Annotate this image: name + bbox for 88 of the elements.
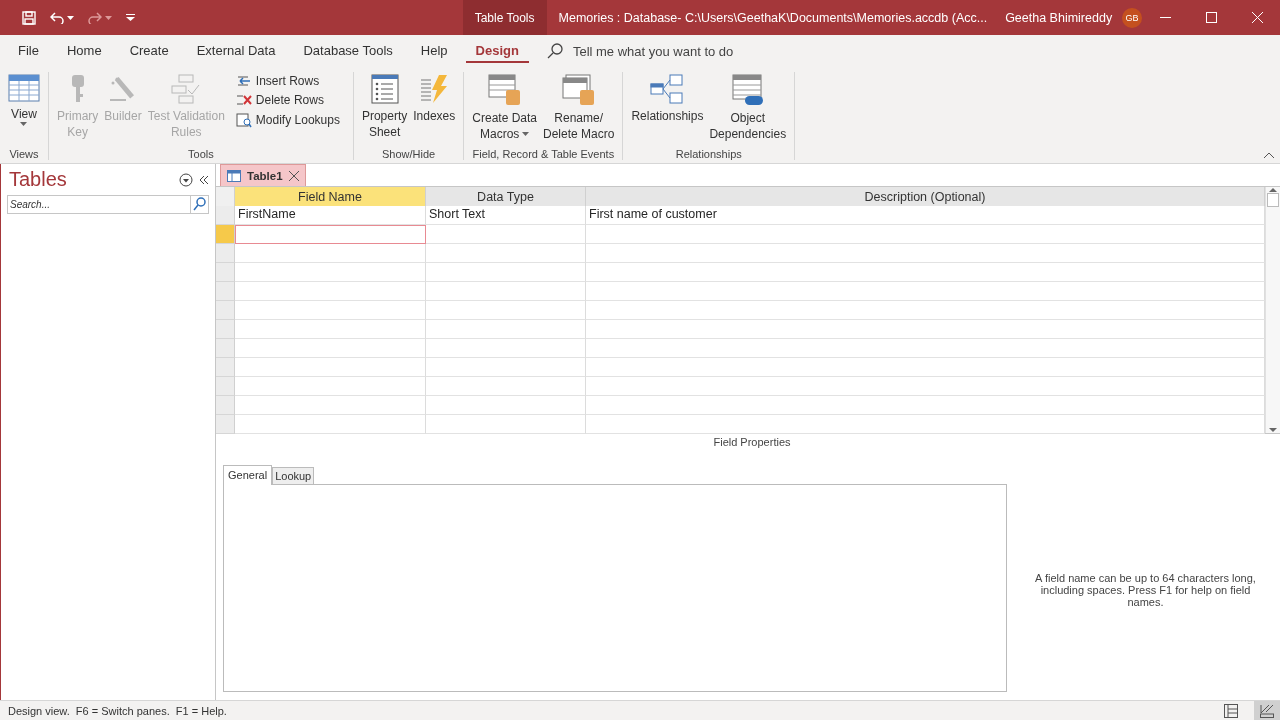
group-label: Views bbox=[8, 147, 40, 160]
group-label: Show/Hide bbox=[381, 147, 437, 160]
maximize-icon bbox=[1205, 12, 1217, 23]
ribbon-button[interactable]: Insert Rows bbox=[233, 72, 342, 90]
search-button[interactable] bbox=[190, 195, 209, 214]
delete-rows-icon bbox=[235, 93, 252, 107]
search-icon bbox=[192, 197, 207, 212]
row-selector[interactable] bbox=[216, 263, 235, 282]
row-selector[interactable] bbox=[216, 206, 235, 225]
row-selector[interactable] bbox=[216, 396, 235, 415]
customize-icon bbox=[126, 14, 135, 21]
table-cell: First name of customer bbox=[586, 206, 1265, 225]
ribbon-button[interactable]: Create Data Macros bbox=[469, 72, 540, 144]
ribbon-button[interactable]: Delete Rows bbox=[233, 91, 342, 109]
table-scroll-icon bbox=[561, 74, 596, 106]
ribbon-tab[interactable]: External Data bbox=[186, 39, 286, 63]
column-header[interactable]: Field Name bbox=[235, 187, 426, 206]
property-sheet-icon bbox=[370, 74, 399, 104]
ribbon-button[interactable]: Rename/ Delete Macro bbox=[540, 72, 618, 144]
properties-tab[interactable]: General bbox=[223, 465, 273, 485]
undo-icon bbox=[50, 11, 64, 24]
tell-me-field[interactable]: Tell me what you want to do bbox=[570, 42, 771, 60]
window-title: Memories : Database- C:\Users\GeethaK\Documents\Memories.accdb (Acc... bbox=[557, 10, 988, 25]
minimize-icon bbox=[1159, 17, 1171, 18]
row-selector[interactable] bbox=[216, 358, 235, 377]
group-label: Relationships bbox=[674, 147, 743, 160]
row-selector[interactable] bbox=[216, 301, 235, 320]
table-icon bbox=[8, 74, 40, 102]
ribbon-button[interactable]: Property Sheet bbox=[358, 72, 411, 142]
group-label: Tools bbox=[187, 147, 215, 160]
design-view-button[interactable] bbox=[1254, 701, 1280, 720]
column-header[interactable]: Description (Optional) bbox=[586, 187, 1265, 206]
ruler-pencil-icon bbox=[1260, 703, 1274, 718]
row-selector[interactable] bbox=[216, 282, 235, 301]
table-cell: FirstName bbox=[235, 206, 426, 225]
close-icon bbox=[1251, 12, 1263, 23]
close-icon bbox=[288, 170, 299, 181]
current-cell[interactable] bbox=[235, 225, 426, 244]
help-text: A field name can be up to 64 characters long, including spaces. Press F1 for help on field names. bbox=[1034, 570, 1257, 608]
collapse-icon bbox=[1264, 152, 1274, 158]
datasheet-icon bbox=[1224, 703, 1238, 718]
table-scroll-icon bbox=[487, 74, 522, 106]
ribbon-tab[interactable]: Help bbox=[410, 39, 458, 63]
table-icon bbox=[227, 169, 241, 182]
ribbon-tab[interactable]: File bbox=[8, 39, 49, 63]
search-icon bbox=[546, 43, 563, 59]
ribbon-button[interactable]: Indexes bbox=[410, 72, 459, 126]
nav-pane-title: Tables bbox=[8, 168, 68, 191]
user-avatar[interactable]: GB bbox=[1122, 7, 1142, 28]
table-search-icon bbox=[235, 112, 252, 128]
row-selector[interactable] bbox=[216, 320, 235, 339]
row-selector[interactable] bbox=[216, 225, 235, 244]
caret-icon bbox=[67, 15, 74, 20]
scrollbar-thumb[interactable] bbox=[1267, 193, 1279, 207]
row-selector[interactable] bbox=[216, 339, 235, 358]
ribbon-tab[interactable]: Create bbox=[119, 39, 179, 63]
lightning-icon bbox=[419, 74, 450, 104]
search-field[interactable]: Search... bbox=[7, 195, 190, 214]
context-tab-label: Table Tools bbox=[462, 0, 547, 35]
table-link-icon bbox=[730, 74, 765, 106]
row-selector[interactable] bbox=[216, 244, 235, 263]
ribbon-button[interactable]: View bbox=[5, 72, 43, 128]
redo-icon bbox=[88, 11, 102, 24]
field-properties-title: Field Properties bbox=[712, 435, 792, 448]
row-selector[interactable] bbox=[216, 415, 235, 434]
user-name: Geetha Bhimireddy bbox=[1005, 10, 1113, 25]
column-header[interactable]: Data Type bbox=[426, 187, 586, 206]
ribbon-tab[interactable]: Design bbox=[465, 39, 529, 63]
group-label: Field, Record & Table Events bbox=[471, 147, 616, 160]
row-selector[interactable] bbox=[216, 377, 235, 396]
chevrons-left-icon bbox=[199, 174, 209, 185]
status-text: Design view. F6 = Switch panes. F1 = Help. bbox=[8, 704, 228, 717]
caret-icon bbox=[105, 15, 112, 20]
scroll-down-icon bbox=[1269, 428, 1277, 433]
flowchart-icon bbox=[171, 74, 202, 104]
select-all-corner[interactable] bbox=[216, 187, 235, 206]
properties-tab[interactable]: Lookup bbox=[272, 467, 315, 485]
save-icon bbox=[22, 10, 36, 25]
insert-rows-icon bbox=[235, 74, 252, 88]
ribbon-tab[interactable]: Home bbox=[56, 39, 112, 63]
ribbon-button[interactable]: Relationships bbox=[628, 72, 707, 126]
ribbon-tab[interactable]: Database Tools bbox=[293, 39, 403, 63]
document-tab[interactable]: Table1 bbox=[220, 164, 306, 186]
dropdown-icon bbox=[179, 172, 193, 187]
ribbon-button[interactable]: Modify Lookups bbox=[233, 110, 342, 130]
relationships-icon bbox=[650, 74, 685, 104]
ribbon-button[interactable]: Object Dependencies bbox=[706, 72, 790, 144]
table-cell: Short Text bbox=[426, 206, 586, 225]
